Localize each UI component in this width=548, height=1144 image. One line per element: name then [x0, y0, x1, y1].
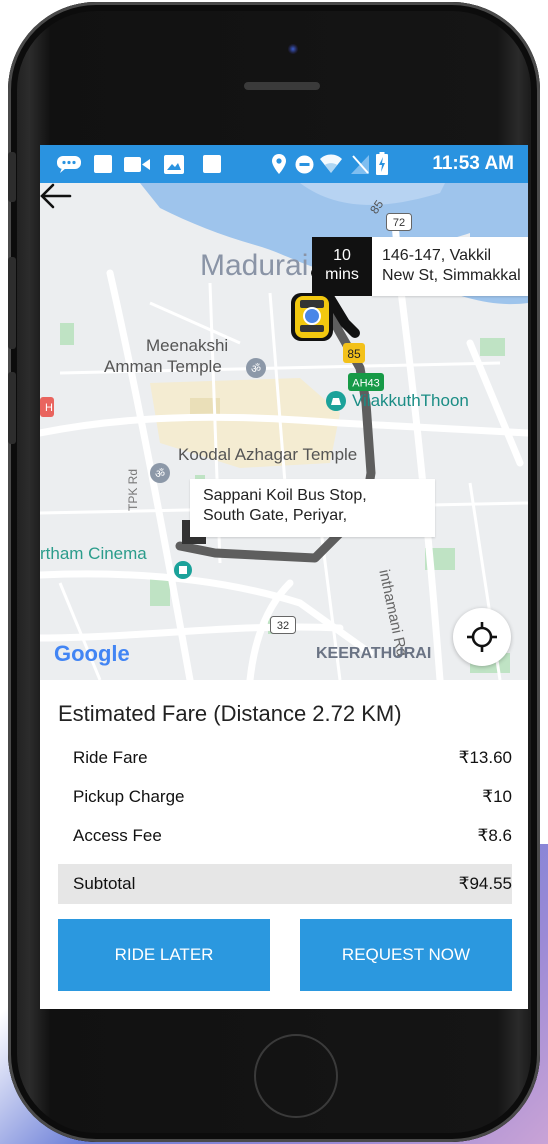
map-view[interactable]: 72 85 AH43 32 Madurai 85 Meenakshi Amman…: [40, 183, 528, 680]
highway-shield: 72: [386, 213, 412, 231]
pickup-address-line1: 146-147, Vakkil: [382, 247, 492, 264]
cinema-icon: [174, 561, 192, 579]
square-icon: [203, 155, 221, 173]
crosshair-icon: [467, 622, 497, 652]
wifi-icon: [320, 154, 342, 173]
app-screen: 11:53 AM 72 85 AH43 32 Madurai 85 Meenak…: [40, 145, 528, 1009]
google-logo: Google: [54, 641, 130, 666]
subtotal-label: Subtotal: [73, 874, 136, 893]
status-bar: 11:53 AM: [40, 145, 528, 183]
highway-shield: 85: [343, 343, 365, 363]
front-camera: [288, 44, 298, 54]
eta-number: 10: [333, 247, 351, 264]
fare-row-label: Ride Fare: [73, 748, 148, 767]
shield-ah43-text: AH43: [352, 378, 380, 390]
svg-text:H: H: [45, 402, 53, 414]
shield-72-text: 72: [393, 217, 405, 229]
fare-row: Ride Fare ₹13.60: [58, 740, 512, 776]
side-button: [8, 152, 16, 202]
place-of-worship-icon: ॐ: [246, 358, 266, 378]
fare-row: Pickup Charge ₹10: [58, 779, 512, 815]
battery-charging-icon: [376, 152, 388, 175]
drop-address-box: Sappani Koil Bus Stop, South Gate, Periy…: [190, 479, 435, 537]
svg-text:ॐ: ॐ: [155, 468, 165, 481]
fare-row-label: Access Fee: [73, 826, 162, 845]
volume-down-button: [8, 372, 16, 444]
map-label-cinema: rtham Cinema: [40, 544, 147, 563]
ride-later-button[interactable]: RIDE LATER: [58, 919, 270, 991]
fare-row: Access Fee ₹8.6: [58, 818, 512, 854]
map-label-vilakkuthoon: VilakkuthThoon: [352, 391, 469, 410]
pickup-address-box: 146-147, Vakkil New St, Simmakkal: [372, 237, 528, 296]
highway-shield: AH43: [348, 373, 384, 391]
hospital-icon: H: [40, 397, 54, 417]
taxi-marker-icon: [291, 293, 333, 341]
no-sim-icon: [351, 155, 369, 174]
map-label-tpk-rd: TPK Rd: [126, 468, 141, 512]
status-time: 11:53 AM: [432, 153, 514, 174]
pickup-address-line2: New St, Simmakkal: [382, 267, 521, 284]
monument-icon: [326, 391, 346, 411]
my-location-button[interactable]: [453, 608, 511, 666]
chat-icon: [57, 156, 81, 173]
back-arrow-icon[interactable]: [40, 183, 72, 209]
earpiece-speaker: [244, 82, 320, 90]
highway-shield: 32: [270, 616, 296, 634]
home-button[interactable]: [254, 1034, 338, 1118]
subtotal-value: ₹94.55: [458, 874, 512, 893]
drop-address-line1: Sappani Koil Bus Stop,: [203, 487, 367, 504]
volume-up-button: [8, 257, 16, 349]
video-icon: [124, 157, 150, 172]
map-label-temple-2: Amman Temple: [104, 357, 222, 376]
fare-row-value: ₹13.60: [458, 748, 512, 767]
place-of-worship-icon: ॐ: [150, 463, 170, 483]
fare-row-value: ₹10: [482, 787, 512, 806]
location-icon: [272, 154, 286, 174]
map-label-city: Madurai: [200, 249, 309, 282]
image-icon: [164, 155, 184, 174]
request-now-button[interactable]: REQUEST NOW: [300, 919, 512, 991]
eta-unit: mins: [325, 266, 359, 283]
fare-title: Estimated Fare (Distance 2.72 KM): [58, 701, 402, 726]
svg-text:ॐ: ॐ: [251, 363, 261, 376]
fare-row-value: ₹8.6: [477, 826, 512, 845]
map-label-temple-1: Meenakshi: [146, 336, 229, 355]
square-icon: [94, 155, 112, 173]
subtotal-row: Subtotal ₹94.55: [58, 864, 512, 904]
shield-32-text: 32: [277, 620, 289, 632]
dnd-icon: [295, 155, 314, 174]
map-label-keerathurai: KEERATHURAI: [316, 645, 432, 662]
map-label-koodal: Koodal Azhagar Temple: [178, 445, 358, 464]
shield-85-text: 85: [347, 347, 361, 361]
fare-row-label: Pickup Charge: [73, 787, 185, 806]
drop-address-line2: South Gate, Periyar,: [203, 507, 348, 524]
